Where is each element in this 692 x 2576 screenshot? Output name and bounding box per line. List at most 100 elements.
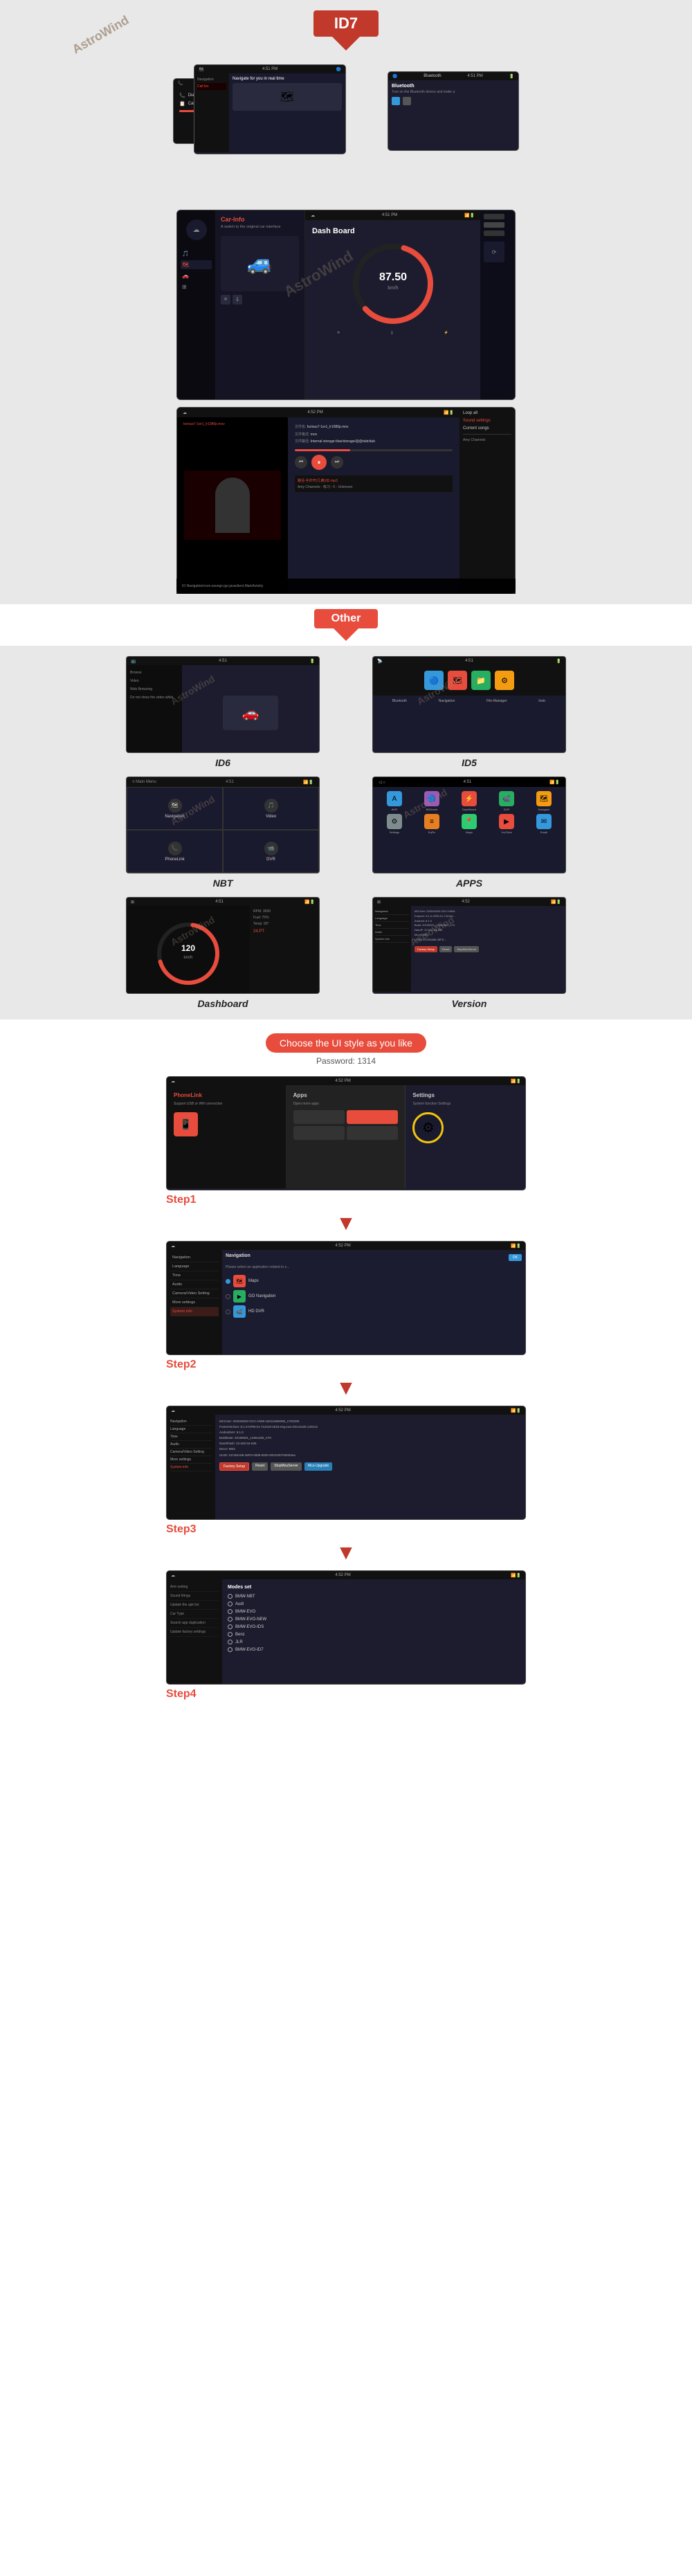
track-info: Amy Channels - 练习 - 0 - Unknown [298,484,450,489]
calllist-bt-icon: 🔵 [336,67,341,72]
app-yt: ▶ YouTube [489,814,524,834]
step2-time-item: Time [170,1271,219,1280]
nav-map-icon[interactable]: 🗺 [181,260,212,269]
radio-bmwevonew[interactable] [228,1617,233,1622]
dash-info-2: Fuel: 75% [253,916,316,920]
label-bmwevo: BMW-EVO [235,1610,255,1614]
dashboard-main: ☁ 4:51 PM 📶🔋 Dash Board [305,210,480,399]
step3-container: ☁ 4:52 PM 📶🔋 Navigation Language Time Au… [166,1406,526,1536]
other-section: 📺 4:51 🔋 Browse Video Web Browsing Do no… [0,646,692,1019]
cl-nav: Navigation [197,76,226,83]
radio-bmwevoids[interactable] [228,1624,233,1629]
radio-benz[interactable] [228,1632,233,1637]
radio-bmwnbt[interactable] [228,1594,233,1599]
step3-lang: Language [170,1426,212,1433]
id6-layout: Browse Video Web Browsing Do not show th… [127,665,319,753]
ver-btn-factory[interactable]: Factory Setup [415,946,437,952]
id6-screen: 📺 4:51 🔋 Browse Video Web Browsing Do no… [126,656,320,753]
step3-stop-btn[interactable]: StopMouServer [271,1462,302,1471]
radio-jlr[interactable] [228,1640,233,1644]
app-dvr-label: DVR [504,808,509,811]
dash-status-icons: 📶🔋 [464,213,475,218]
ver-s5: System info [375,936,409,943]
ver-topbar: ⊞ 4:52 📶🔋 [373,898,565,906]
id7-arrow [332,37,360,51]
step2-sysinfo-item[interactable]: System info [170,1307,219,1316]
media-filename-val: furious7-1er1_lr1080p.mov [307,425,349,429]
media-info: 文件名: furious7-1er1_lr1080p.mov 文件格式: mov… [288,417,459,593]
ind3-label: ⚡ [444,331,448,335]
id6-main: 🚗 [182,665,319,753]
id5-nav-icon: 🗺 [448,671,467,690]
loop-label: Loop all [463,411,511,415]
indicator-2: 🌡 [390,331,394,335]
step2-container: ☁ 4:52 PM 📶🔋 Navigation Language Time Au… [166,1241,526,1371]
nbt-item-dvr: 📹 DVR [223,830,319,873]
label-bmwevoids: BMW-EVO-IDS [235,1625,264,1629]
ver-frame-val: 8.1.0-GPM.01-711019-2019.eng.eow-2014110… [241,1425,318,1428]
maps-radio[interactable] [226,1279,230,1284]
step2-cam-item: Camera/Video Setting [170,1289,219,1298]
dvr-radio[interactable] [226,1309,230,1314]
step4-update: Update the apk list [170,1601,219,1610]
btn-prev[interactable]: ⏮ [295,456,307,469]
nav-car-icon[interactable]: 🚗 [181,271,212,280]
nbt-item-phone: 📞 PhoneLink [127,830,223,873]
step1-apps-grid [293,1110,399,1140]
nbt-screen: ≡ Main Menu 4:51 📶🔋 🗺 Navigation 🎵 Video [126,777,320,873]
go-radio[interactable] [226,1294,230,1299]
nbt-status: 📶🔋 [303,780,313,785]
id7-left-nav: ☁ 🎵 🗺 🚗 ⊞ [177,210,215,399]
step2-screen: ☁ 4:52 PM 📶🔋 Navigation Language Time Au… [166,1241,526,1355]
ver-build-label: BuildDate: [219,1436,234,1440]
rc-knob[interactable]: ⟳ [484,242,504,262]
app-nav: 🗺 Navigator [527,791,561,811]
step3-mcu-btn[interactable]: Mcu-Upgrade [304,1462,332,1471]
nbt-dvr-icon: 📹 [264,842,278,855]
step1-apps-title: Apps [293,1092,399,1098]
id6-icon: 📺 [131,659,136,664]
step2-main: Navigation OK Please select an applicati… [222,1250,525,1354]
step3-topbar: ☁ 4:52 PM 📶🔋 [167,1406,525,1415]
btn-next[interactable]: ⏭ [331,456,343,469]
dash-left-gauges: 120 km/h [127,906,250,994]
dvr-icon: 📹 [233,1305,246,1318]
nav-music-icon[interactable]: 🎵 [181,249,212,258]
nbt-dvr-label: DVR [266,858,275,862]
bluetooth-screen: 🔵 Bluetooth 4:51 PM 🔋 Bluetooth Turn on … [388,71,519,151]
bt-icon: 🔵 [392,74,397,79]
radio-audi[interactable] [228,1602,233,1606]
radio-bmwevoid7[interactable] [228,1647,233,1652]
step4-container: ☁ 4:52 PM 📶🔋 Arm setting Sound things Up… [166,1570,526,1700]
media-main-layout: furious7-1er1_lr1080p.mov 文件名: furious7-… [177,417,459,593]
apps-icon: ◁ ○ [379,780,385,785]
gauge-svg: 87.50 km/h [352,242,435,325]
car-ctrl1[interactable]: ❄ [221,295,230,305]
nav-apps-icon[interactable]: ⊞ [181,282,212,291]
bt-label: Bluetooth [424,74,441,78]
version-screen-box: ⊞ 4:52 📶🔋 Navigation Language Time Audio… [372,897,566,994]
app-maps: 📍 Maps [452,814,486,834]
dash-time: 4:51 PM [382,213,397,217]
step2-ok-btn[interactable]: OK [509,1254,522,1261]
step1-panels: PhoneLink Support USB or Wifi connection… [167,1085,525,1188]
app-eqfix-label: EqFix [428,831,435,834]
step3-factory-btn[interactable]: Factory Setup [219,1462,249,1471]
id7-media-screen: ☁ 4:52 PM 📶🔋 furious7-1er1_lr1080p.mov [176,407,516,594]
ver-nand-label: NandFlash: [219,1442,235,1445]
svg-text:120: 120 [181,943,195,953]
rc-3 [484,230,504,236]
step4-search: Search app duplication [170,1619,219,1628]
btn-pause[interactable]: ⏸ [311,455,327,470]
car-ctrl2[interactable]: 🌡 [233,295,242,305]
ver-btn-reset[interactable]: Reset [439,946,452,952]
nbt-phone-label: PhoneLink [165,858,184,862]
step3-reset-btn[interactable]: Reset [252,1462,268,1471]
right-controls: ⟳ [480,210,515,399]
step2-layout: Navigation Language Time Audio Camera/Vi… [167,1250,525,1354]
nbt-time: 4:51 [226,780,234,784]
ver-btn-stop[interactable]: StopMouServer [454,946,479,952]
id5-labels-row: Bluetooth Navigation File-Manager Instr. [373,696,565,707]
dash-right-info: RPM: 3000 Fuel: 75% Temp: 90° 24.PT [250,906,319,994]
radio-bmwevo[interactable] [228,1609,233,1614]
